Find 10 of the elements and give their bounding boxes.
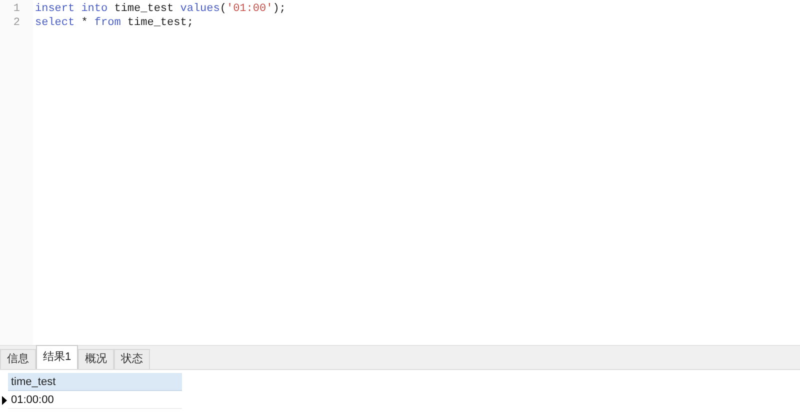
column-header[interactable]: time_test	[8, 373, 182, 391]
tab[interactable]: 状态	[114, 349, 150, 369]
code-line: select * from time_test;	[35, 16, 194, 30]
tab[interactable]: 概况	[78, 349, 114, 369]
tab[interactable]: 结果1	[36, 345, 78, 369]
code-line: insert into time_test values('01:00');	[35, 2, 286, 16]
table-cell: 01:00:00	[8, 391, 182, 409]
line-number: 2	[12, 16, 21, 30]
tab[interactable]: 信息	[0, 349, 36, 369]
line-number: 1	[12, 2, 21, 16]
